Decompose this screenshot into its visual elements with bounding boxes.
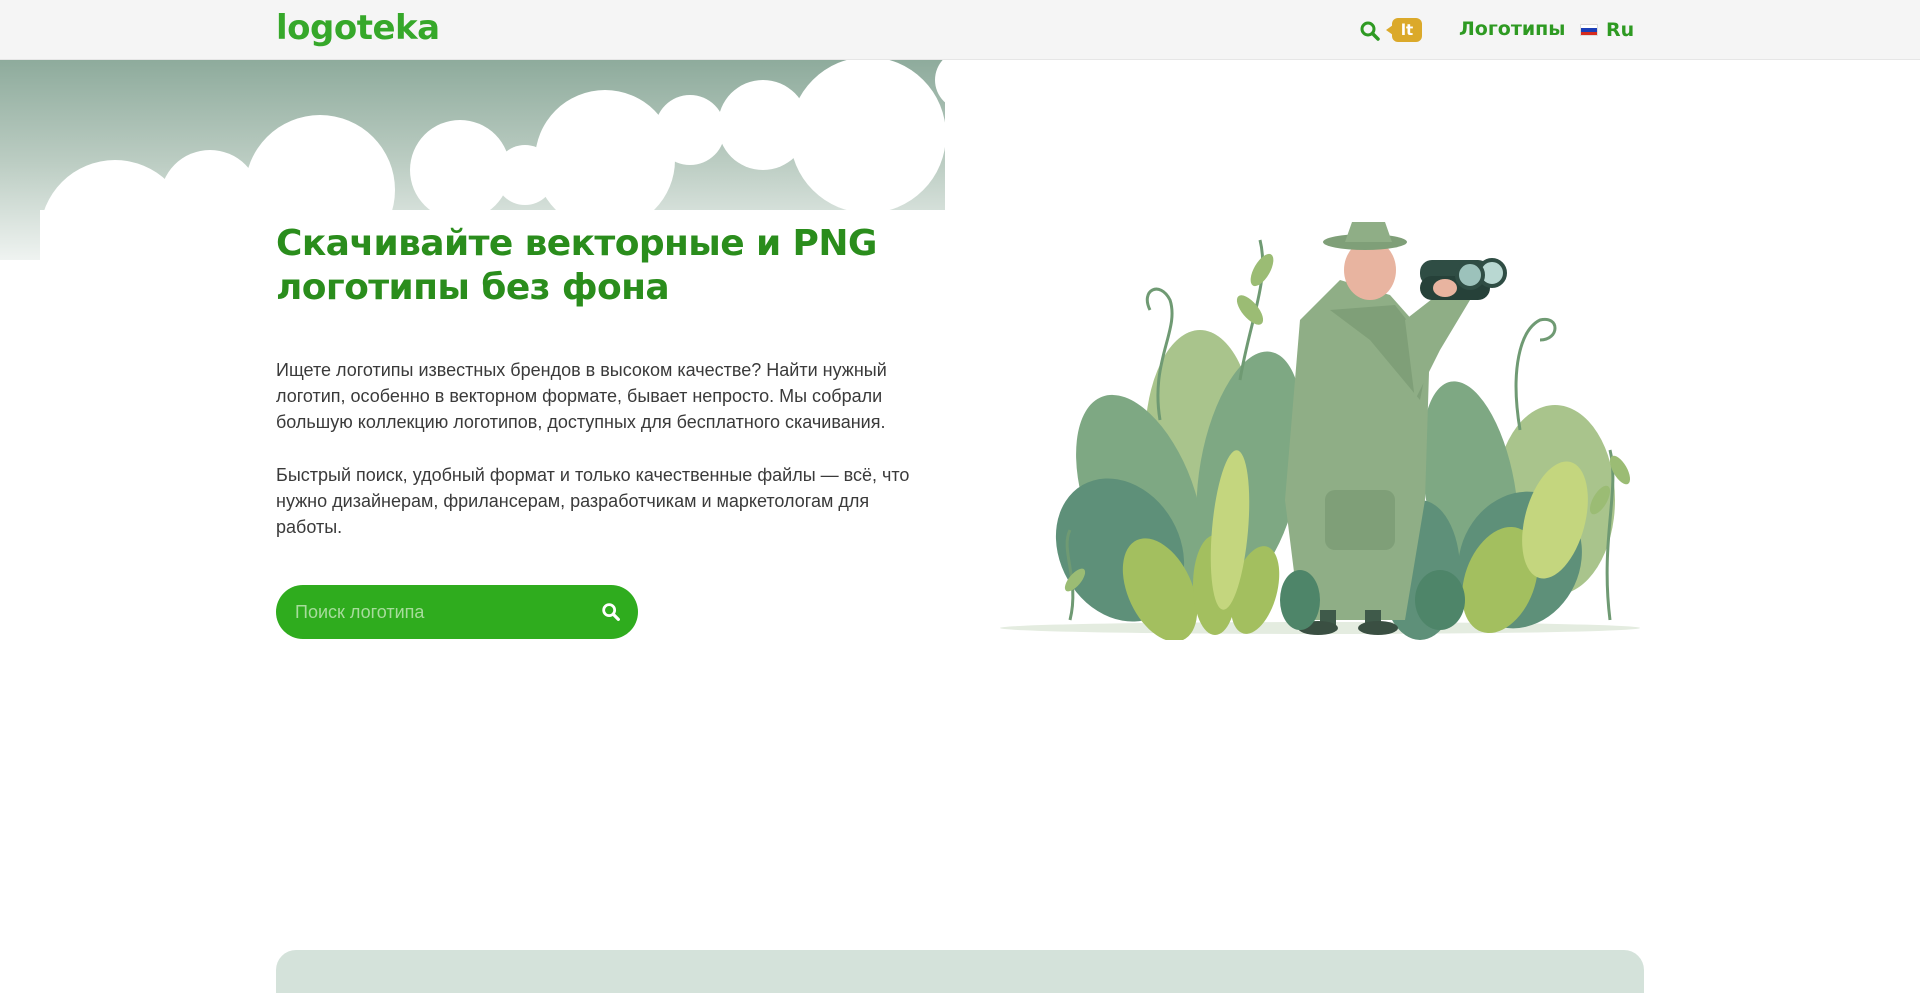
page: logoteka lt Логотипы Ru Скачивайте векто… xyxy=(0,0,1920,993)
site-logo[interactable]: logoteka xyxy=(276,8,440,48)
hero-paragraph-benefits: Быстрый поиск, удобный формат и только к… xyxy=(276,465,910,537)
language-switcher[interactable]: Ru xyxy=(1580,18,1634,42)
search-icon[interactable] xyxy=(1358,19,1382,43)
hero-title: Скачивайте векторные и PNG логотипы без … xyxy=(276,223,877,308)
logo-search-bar xyxy=(276,585,638,639)
lt-badge-icon[interactable]: lt xyxy=(1386,18,1422,42)
hero-paragraph-intro: Ищете логотипы известных брендов в высок… xyxy=(276,360,887,432)
language-label: Ru xyxy=(1606,19,1635,41)
logo-search-input[interactable] xyxy=(276,585,584,639)
detective-with-binoculars-illustration xyxy=(1000,222,1640,640)
nav-link-logos[interactable]: Логотипы xyxy=(1459,18,1565,40)
top-navigation-bar: logoteka lt Логотипы Ru xyxy=(0,0,1920,60)
russian-flag-icon xyxy=(1580,24,1598,36)
content-section-panel xyxy=(276,950,1644,993)
search-submit-icon[interactable] xyxy=(584,585,638,639)
